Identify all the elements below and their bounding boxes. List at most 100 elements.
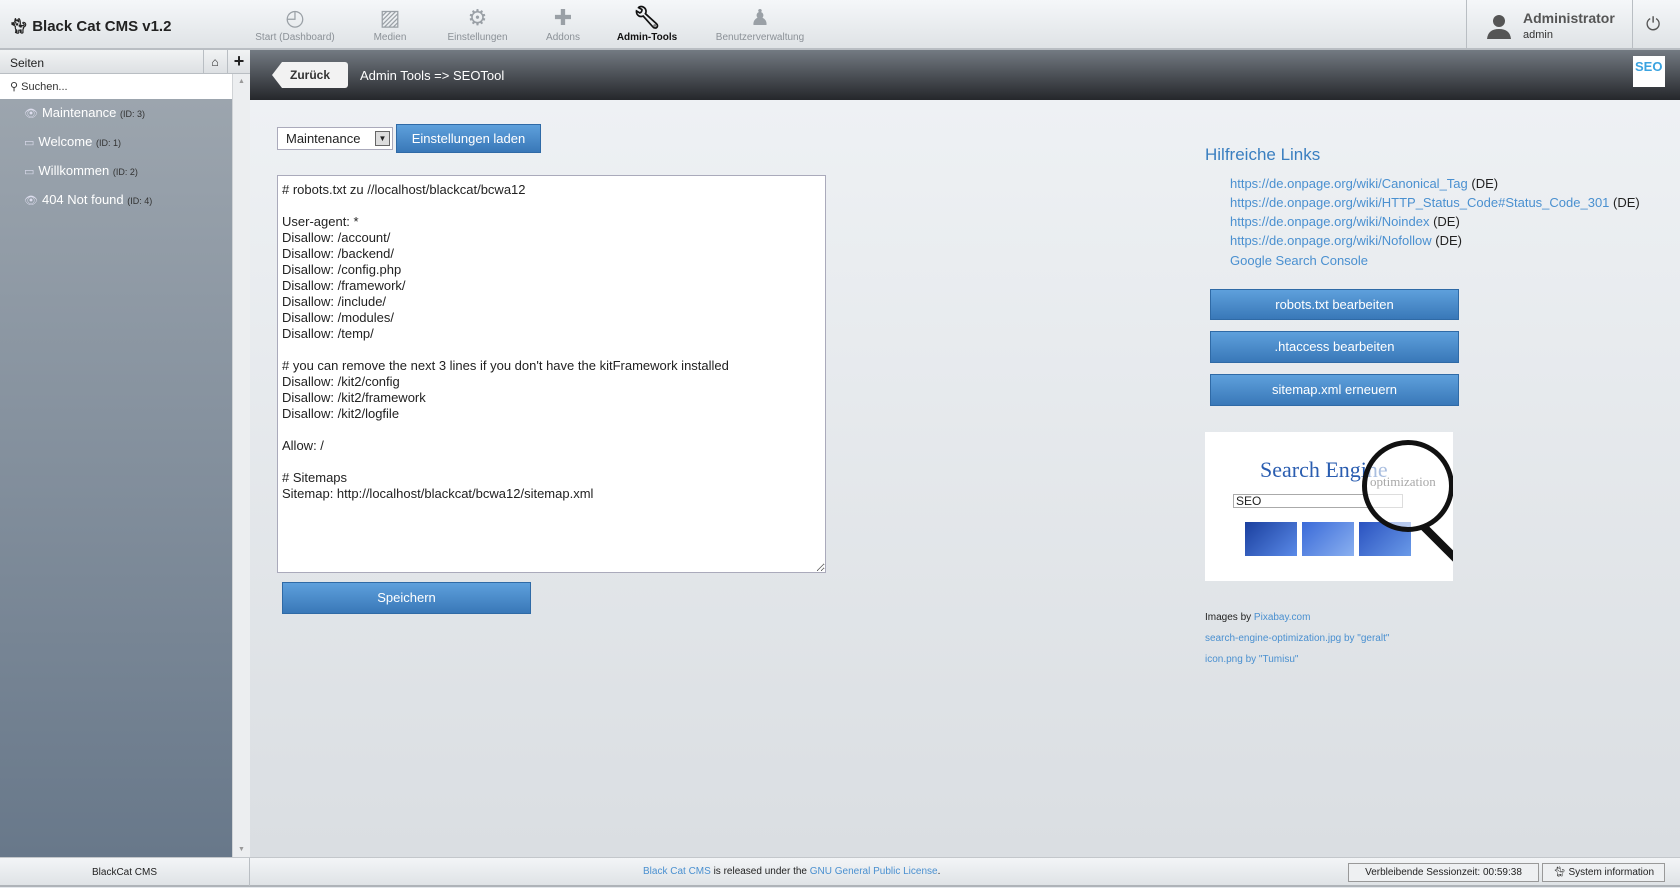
edit-robots-button[interactable]: robots.txt bearbeiten — [1210, 289, 1459, 320]
scroll-down-icon[interactable]: ▼ — [238, 846, 245, 853]
license-text: Black Cat CMS is released under the GNU … — [643, 866, 940, 877]
session-timer: Verbleibende Sessionzeit: 00:59:38 — [1348, 863, 1539, 882]
user-manage-icon: ♟ — [750, 5, 770, 30]
help-link[interactable]: https://de.onpage.org/wiki/Canonical_Tag — [1230, 176, 1468, 191]
monitor-icon: ▭ — [24, 166, 35, 178]
page-item-willkommen[interactable]: ▭ Willkommen (ID: 2) — [24, 163, 138, 178]
license-mid: is released under the — [710, 866, 810, 877]
footer-brand: BlackCat CMS — [0, 858, 250, 886]
nav-dashboard[interactable]: ◴ Start (Dashboard) — [250, 4, 340, 43]
lang-tag: (DE) — [1435, 233, 1462, 248]
help-links-title: Hilfreiche Links — [1205, 145, 1321, 164]
user-name: Administrator — [1523, 10, 1615, 26]
page-select[interactable]: Maintenance ▼ — [277, 127, 393, 150]
license-end: . — [937, 866, 941, 877]
main-content: Maintenance ▼ Einstellungen laden # robot… — [250, 100, 1680, 857]
footer: BlackCat CMS Black Cat CMS is released u… — [0, 857, 1680, 887]
user-menu[interactable]: Administrator admin — [1466, 0, 1633, 50]
image-credit-link[interactable]: search-engine-optimization.jpg by "geral… — [1205, 633, 1389, 644]
robots-txt-editor[interactable]: # robots.txt zu //localhost/blackcat/bcw… — [277, 175, 826, 573]
breadcrumb: Admin Tools => SEOTool — [360, 68, 505, 83]
nav-medien[interactable]: ▨ Medien — [365, 4, 415, 43]
image-icon: ▨ — [379, 5, 401, 30]
sidebar-header: Seiten ⌂ + — [0, 50, 250, 74]
search-placeholder: Suchen... — [21, 81, 68, 93]
google-search-console-link[interactable]: Google Search Console — [1230, 253, 1368, 268]
cat-icon: 🐈︎ — [1552, 867, 1566, 878]
gpl-link[interactable]: GNU General Public License — [810, 866, 938, 877]
gears-icon: ⚙ — [467, 5, 488, 30]
dashboard-icon: ◴ — [285, 5, 305, 30]
monitor-icon: ▭ — [24, 137, 35, 149]
nav-einstellungen[interactable]: ⚙ Einstellungen — [440, 4, 515, 43]
nav-benutzerverwaltung[interactable]: ♟ Benutzerverwaltung — [708, 4, 812, 43]
save-button[interactable]: Speichern — [282, 582, 531, 614]
chevron-down-icon: ▼ — [375, 131, 390, 146]
lang-tag: (DE) — [1471, 176, 1499, 191]
page-select-value: Maintenance — [286, 131, 361, 146]
scroll-up-icon[interactable]: ▲ — [238, 78, 245, 85]
nav-addons[interactable]: ✚ Addons — [538, 4, 588, 43]
page-item-welcome[interactable]: ▭ Welcome (ID: 1) — [24, 134, 121, 149]
seo-tool-logo: SEO — [1633, 56, 1665, 87]
seo-logo-text: SEO — [1635, 59, 1663, 74]
nav-admin-tools[interactable]: 🔧︎ Admin-Tools — [612, 4, 682, 43]
page-item-404[interactable]: 👁︎ 404 Not found (ID: 4) — [24, 192, 152, 207]
sidebar: Seiten ⌂ + ⚲ Suchen... 👁︎ Maintenance (ID… — [0, 50, 250, 857]
home-icon[interactable]: ⌂ — [203, 50, 226, 74]
nav-label: Einstellungen — [447, 32, 508, 43]
wrench-icon: 🔧︎ — [633, 5, 661, 30]
page-search-input[interactable]: ⚲ Suchen... — [0, 74, 232, 99]
search-icon: ⚲ — [10, 81, 19, 93]
help-link-item: https://de.onpage.org/wiki/Noindex (DE) — [1230, 214, 1460, 229]
icon-credit-link[interactable]: icon.png by "Tumisu" — [1205, 654, 1298, 665]
nav-label: Benutzerverwaltung — [715, 32, 805, 43]
page-title: Welcome — [38, 134, 93, 149]
renew-sitemap-button[interactable]: sitemap.xml erneuern — [1210, 374, 1459, 406]
help-link-item: https://de.onpage.org/wiki/Canonical_Tag… — [1230, 176, 1498, 191]
credits-prefix: Images by — [1205, 612, 1252, 623]
load-settings-button[interactable]: Einstellungen laden — [396, 124, 541, 153]
help-link-item: Google Search Console — [1230, 253, 1368, 268]
nav-label: Admin-Tools — [616, 32, 678, 43]
magnifier-icon — [1362, 440, 1453, 532]
seo-illustration-image: Search Engine optimization SEO — [1205, 432, 1453, 581]
image-thumb — [1245, 522, 1297, 556]
image-box-text: SEO — [1236, 494, 1262, 508]
magnifier-handle — [1421, 524, 1453, 564]
app-logo[interactable]: 🐈︎ Black Cat CMS v1.2 — [9, 17, 171, 35]
content-toolbar: Zurück Admin Tools => SEOTool SEO — [250, 50, 1680, 100]
sidebar-scrollbar[interactable]: ▲ ▼ — [232, 74, 250, 857]
credits-line: search-engine-optimization.jpg by "geral… — [1205, 633, 1389, 644]
user-login: admin — [1523, 29, 1553, 41]
edit-htaccess-button[interactable]: .htaccess bearbeiten — [1210, 331, 1459, 363]
back-button[interactable]: Zurück — [272, 62, 348, 88]
system-info-button[interactable]: 🐈︎ System information — [1542, 863, 1665, 882]
page-id: (ID: 1) — [95, 138, 121, 148]
help-link-item: https://de.onpage.org/wiki/HTTP_Status_C… — [1230, 195, 1640, 210]
lang-tag: (DE) — [1433, 214, 1460, 229]
page-title: 404 Not found — [41, 192, 124, 207]
nav-label: Medien — [373, 32, 407, 43]
sidebar-title: Seiten — [10, 56, 45, 70]
lang-tag: (DE) — [1613, 195, 1640, 210]
credits-line: Images by Pixabay.com — [1205, 612, 1310, 623]
nav-label: Start (Dashboard) — [255, 32, 335, 43]
app-title: Black Cat CMS v1.2 — [32, 18, 172, 35]
system-info-label: System information — [1568, 867, 1655, 878]
page-title: Willkommen — [38, 163, 110, 178]
pixabay-link[interactable]: Pixabay.com — [1254, 612, 1311, 623]
user-avatar-icon — [1487, 15, 1511, 39]
page-item-maintenance[interactable]: 👁︎ Maintenance (ID: 3) — [24, 105, 145, 120]
page-id: (ID: 3) — [120, 109, 146, 119]
help-link[interactable]: https://de.onpage.org/wiki/HTTP_Status_C… — [1230, 195, 1609, 210]
logout-power-icon[interactable]: ⏻ — [1646, 14, 1660, 35]
nav-label: Addons — [546, 32, 580, 43]
help-link[interactable]: https://de.onpage.org/wiki/Noindex — [1230, 214, 1429, 229]
top-header: 🐈︎ Black Cat CMS v1.2 ◴ Start (Dashboard)… — [0, 0, 1680, 50]
help-link[interactable]: https://de.onpage.org/wiki/Nofollow — [1230, 233, 1432, 248]
add-page-icon[interactable]: + — [227, 50, 250, 74]
eye-icon: 👁︎ — [24, 108, 38, 120]
blackcat-link[interactable]: Black Cat CMS — [643, 866, 711, 877]
image-thumb — [1302, 522, 1354, 556]
